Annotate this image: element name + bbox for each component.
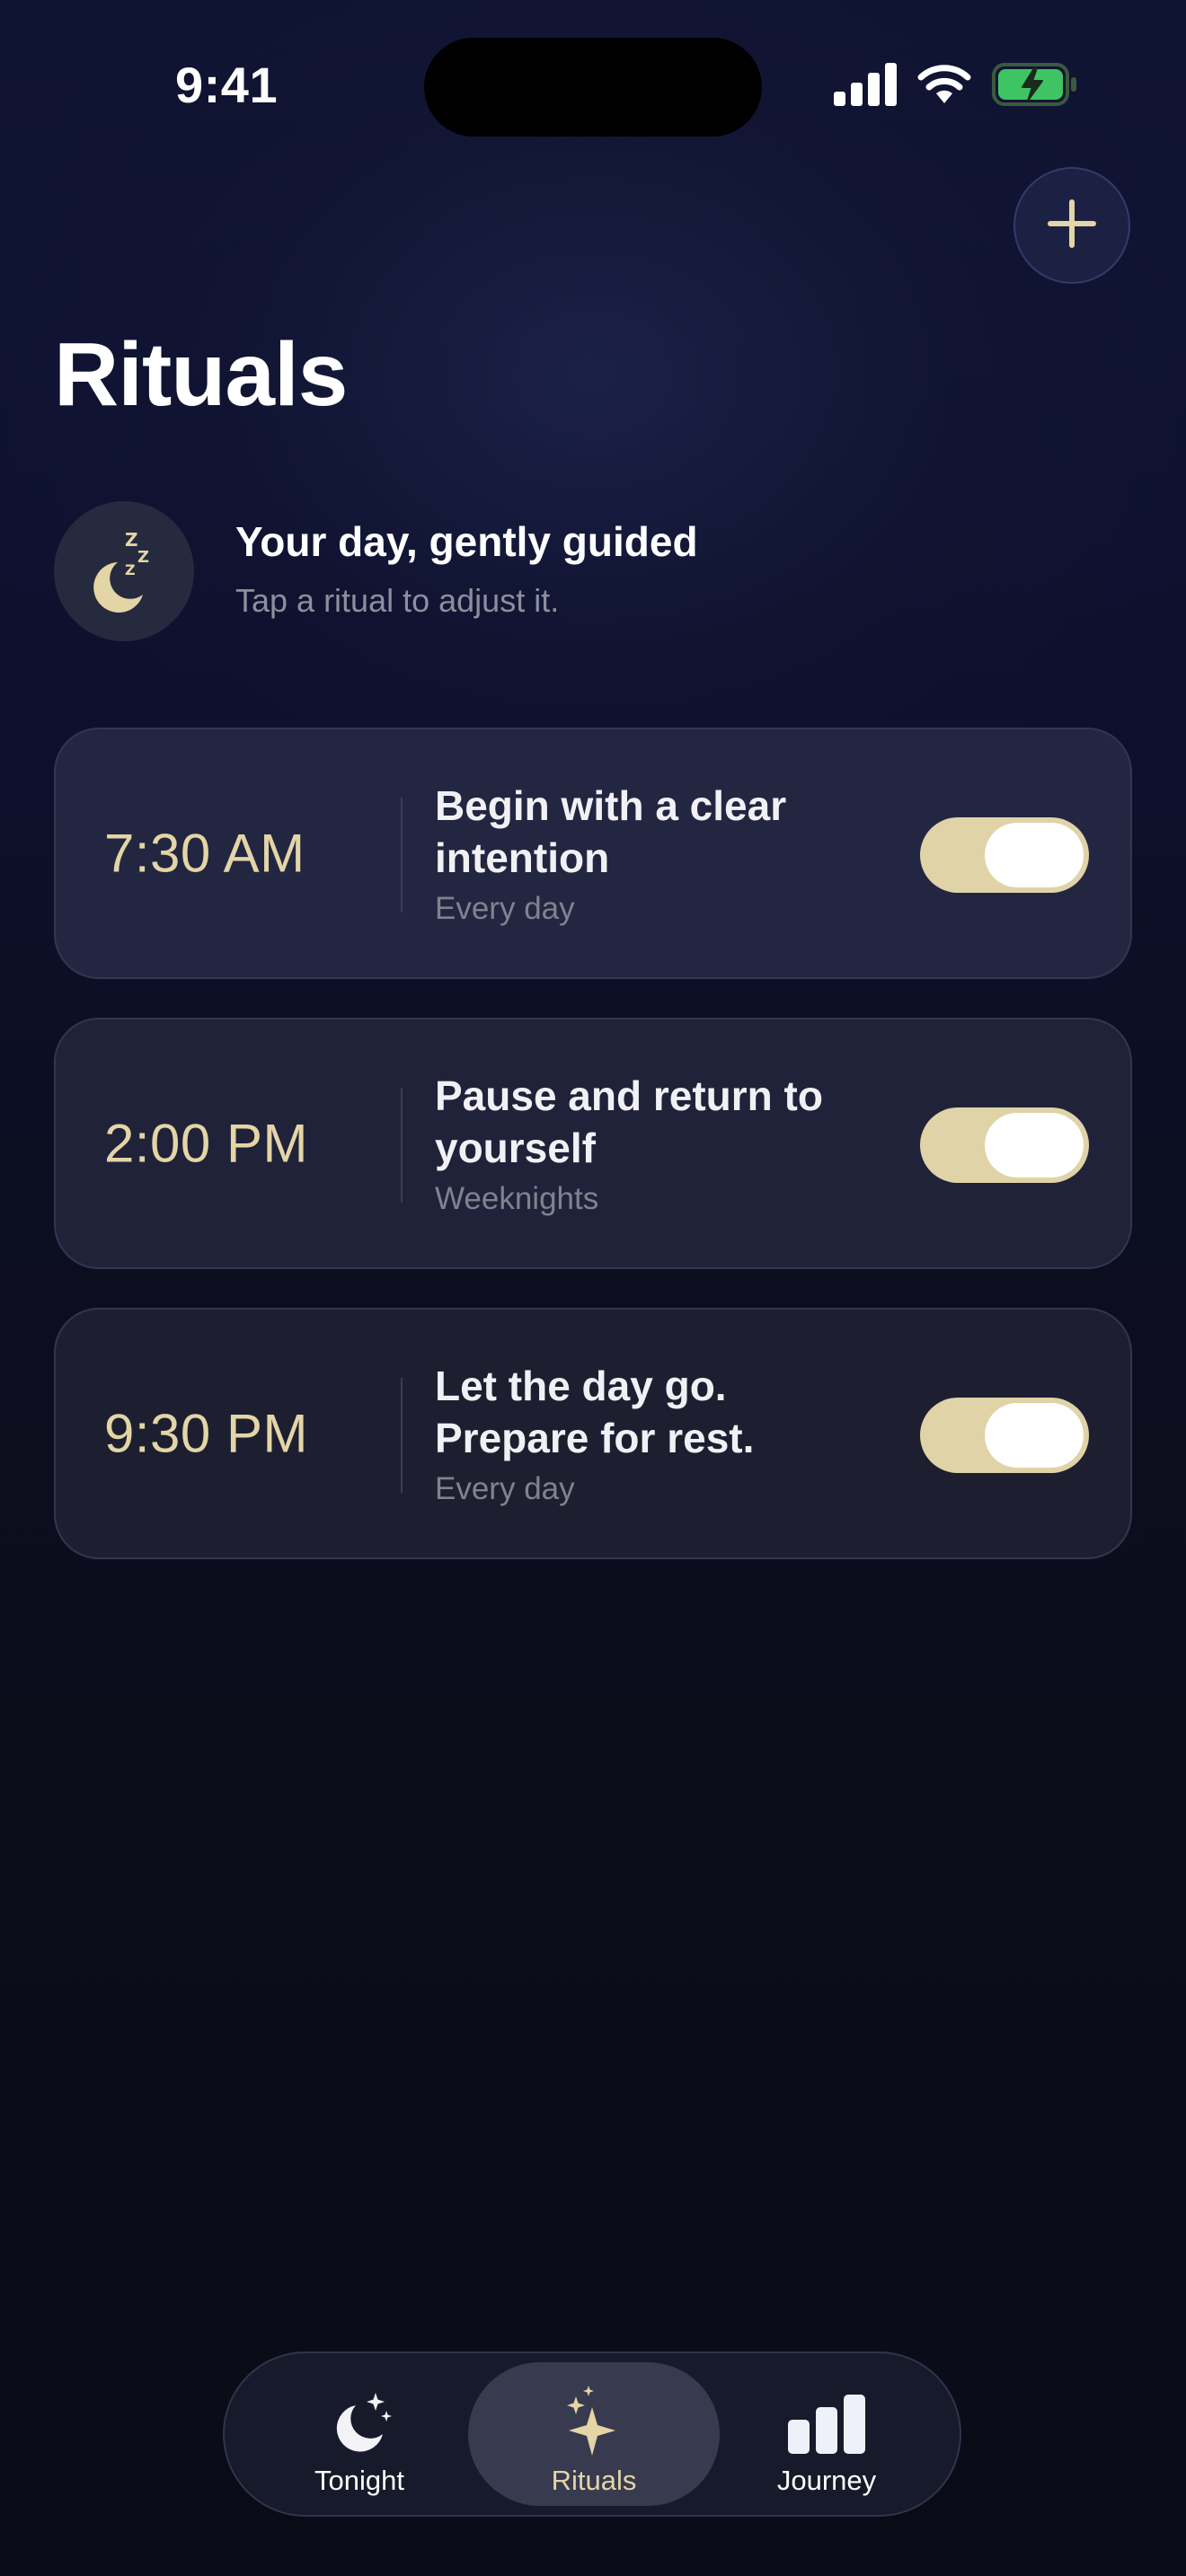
- toggle-knob: [985, 1403, 1084, 1468]
- tab-bar: Tonight Rituals Journey: [223, 2351, 961, 2517]
- tab-rituals[interactable]: Rituals: [468, 2362, 720, 2506]
- intro-icon-container: Z Z Z: [54, 501, 194, 641]
- plus-icon: [1047, 198, 1097, 253]
- ritual-card-morning[interactable]: 7:30 AM Begin with a clear intention Eve…: [54, 728, 1132, 979]
- card-divider: [401, 1088, 403, 1203]
- toggle-knob: [985, 823, 1084, 887]
- sparkles-icon: [468, 2386, 720, 2459]
- add-ritual-button[interactable]: [1013, 167, 1130, 284]
- ritual-repeat: Every day: [435, 891, 575, 926]
- signal-icon: [834, 63, 897, 110]
- ritual-repeat: Weeknights: [435, 1181, 599, 1216]
- svg-text:Z: Z: [125, 561, 136, 578]
- tab-label: Tonight: [314, 2465, 404, 2496]
- ritual-time: 9:30 PM: [104, 1403, 308, 1464]
- ritual-repeat: Every day: [435, 1471, 575, 1506]
- rituals-screen: 9:41 Rituals Z Z Z Your day, gently guid…: [0, 0, 1186, 2576]
- tab-label: Journey: [776, 2465, 877, 2496]
- ritual-toggle[interactable]: [920, 1398, 1089, 1473]
- status-time: 9:41: [175, 57, 279, 113]
- ritual-title: Let the day go. Prepare for rest.: [435, 1363, 755, 1461]
- intro-title: Your day, gently guided: [235, 518, 698, 565]
- moon-sleep-icon: Z Z Z: [84, 526, 164, 617]
- ritual-card-afternoon[interactable]: 2:00 PM Pause and return to yourself Wee…: [54, 1018, 1132, 1269]
- tab-tonight[interactable]: Tonight: [234, 2362, 485, 2506]
- moon-stars-icon: [234, 2387, 485, 2459]
- ritual-title: Pause and return to yourself: [435, 1072, 823, 1171]
- bars-icon: [701, 2387, 952, 2459]
- svg-text:Z: Z: [137, 548, 149, 567]
- ritual-toggle[interactable]: [920, 1107, 1089, 1183]
- ritual-time: 2:00 PM: [104, 1113, 308, 1174]
- svg-text:Z: Z: [125, 529, 138, 551]
- status-icons: [834, 63, 1078, 110]
- card-divider: [401, 798, 403, 913]
- ritual-title: Begin with a clear intention: [435, 782, 787, 881]
- dynamic-island: [424, 38, 762, 137]
- tab-label: Rituals: [551, 2465, 637, 2496]
- ritual-time: 7:30 AM: [104, 823, 305, 884]
- tab-journey[interactable]: Journey: [701, 2362, 952, 2506]
- battery-charging-icon: [992, 63, 1078, 110]
- intro-subtitle: Tap a ritual to adjust it.: [235, 582, 560, 619]
- ritual-toggle[interactable]: [920, 817, 1089, 893]
- page-title: Rituals: [54, 324, 348, 425]
- wifi-icon: [916, 64, 972, 110]
- ritual-card-evening[interactable]: 9:30 PM Let the day go. Prepare for rest…: [54, 1308, 1132, 1559]
- toggle-knob: [985, 1113, 1084, 1178]
- card-divider: [401, 1378, 403, 1493]
